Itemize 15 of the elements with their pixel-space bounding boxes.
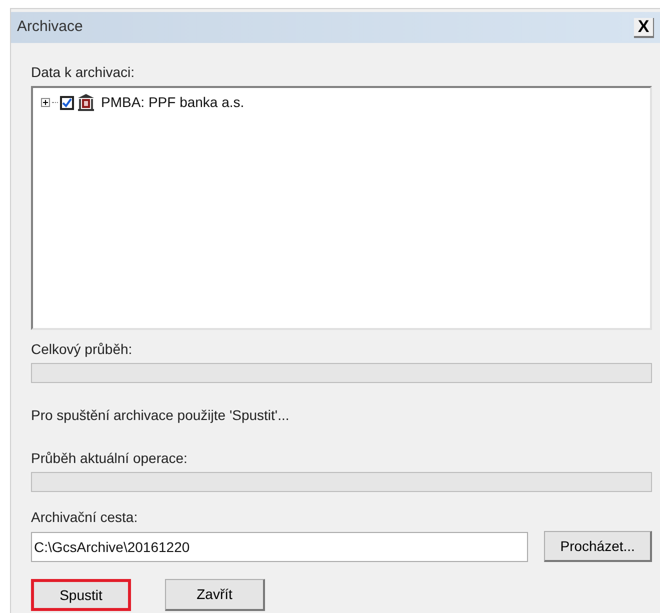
window-title: Archivace [17, 17, 83, 38]
checkbox[interactable] [60, 96, 74, 110]
close-button[interactable]: X [634, 18, 654, 38]
field-label: Archivační cesta: [31, 508, 139, 527]
dialog-button[interactable]: Spustit [31, 579, 131, 611]
tree-item[interactable]: PMBA: PPF banka a.s. [101, 92, 244, 113]
progress-label: Průběh aktuální operace: [31, 449, 188, 468]
browse-button[interactable]: Procházet... [544, 531, 652, 562]
status-message: Pro spuštění archivace použijte 'Spustit'... [31, 406, 290, 425]
plus-icon[interactable] [41, 98, 50, 107]
section-label: Data k archivaci: [31, 63, 136, 82]
progress-label: Celkový průběh: [31, 340, 134, 359]
path-field[interactable]: C:\GcsArchive\20161220 [31, 532, 528, 562]
bank-icon [77, 94, 95, 111]
dialog-button[interactable]: Zavřít [165, 579, 265, 611]
